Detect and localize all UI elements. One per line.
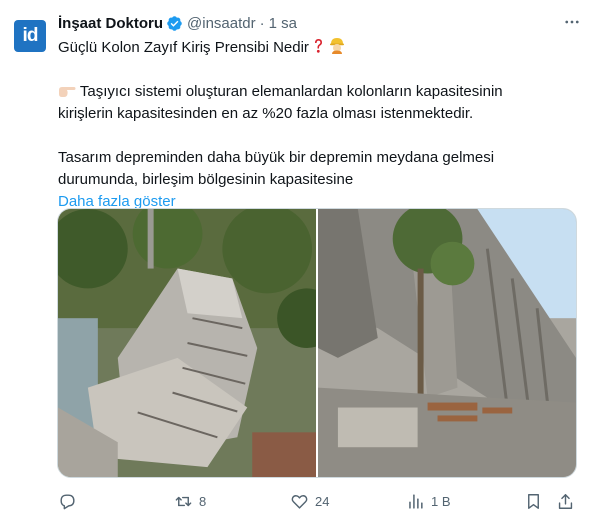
timestamp[interactable]: 1 sa: [269, 15, 297, 32]
share-button[interactable]: [556, 488, 575, 514]
action-bar: 8 24 1 B: [58, 488, 578, 514]
retweet-count: 8: [199, 493, 207, 509]
question-mark-emoji-icon: [315, 39, 323, 53]
like-count: 24: [315, 493, 330, 509]
media-grid: [57, 208, 577, 478]
pointing-hand-emoji-icon: [59, 87, 76, 97]
tweet-line: kirişlerin kapasitesinden en az %20 fazl…: [58, 105, 474, 122]
tweet[interactable]: id İnşaat Doktoru @insaatdr · 1 sa Güçlü…: [0, 0, 606, 521]
tweet-header: İnşaat Doktoru @insaatdr · 1 sa: [58, 13, 297, 33]
bookmark-icon: [528, 493, 539, 509]
retweet-button[interactable]: 8: [174, 488, 206, 514]
tweet-line: Güçlü Kolon Zayıf Kiriş Prensibi Nedir: [58, 39, 309, 56]
views-button[interactable]: 1 B: [406, 488, 451, 514]
retweet-icon: [175, 496, 192, 506]
collapsed-highway-image: [318, 209, 576, 477]
share-icon: [558, 493, 573, 509]
separator-dot: ·: [259, 14, 265, 32]
construction-worker-emoji-icon: [330, 38, 345, 54]
views-count: 1 B: [431, 493, 451, 509]
author-name[interactable]: İnşaat Doktoru: [58, 15, 163, 32]
reply-button[interactable]: [58, 488, 83, 514]
bookmark-button[interactable]: [524, 488, 543, 514]
author-handle[interactable]: @insaatdr: [187, 15, 256, 32]
reply-icon: [60, 493, 75, 509]
verified-badge-icon: [167, 15, 182, 31]
like-button[interactable]: 24: [290, 488, 329, 514]
avatar[interactable]: id: [14, 20, 46, 52]
photo-left[interactable]: [58, 209, 316, 477]
collapsed-building-image: [58, 209, 316, 477]
tweet-text: Güçlü Kolon Zayıf Kiriş Prensibi Nedir T…: [58, 36, 578, 213]
heart-icon: [291, 494, 308, 509]
tweet-line: durumunda, birleşim bölgesinin kapasites…: [58, 171, 354, 188]
tweet-line: Taşıyıcı sistemi oluşturan elemanlardan …: [79, 83, 503, 100]
views-chart-icon: [409, 493, 423, 509]
tweet-line: Tasarım depreminden daha büyük bir depre…: [58, 149, 495, 166]
more-options-icon[interactable]: [560, 12, 584, 32]
photo-right[interactable]: [318, 209, 576, 477]
